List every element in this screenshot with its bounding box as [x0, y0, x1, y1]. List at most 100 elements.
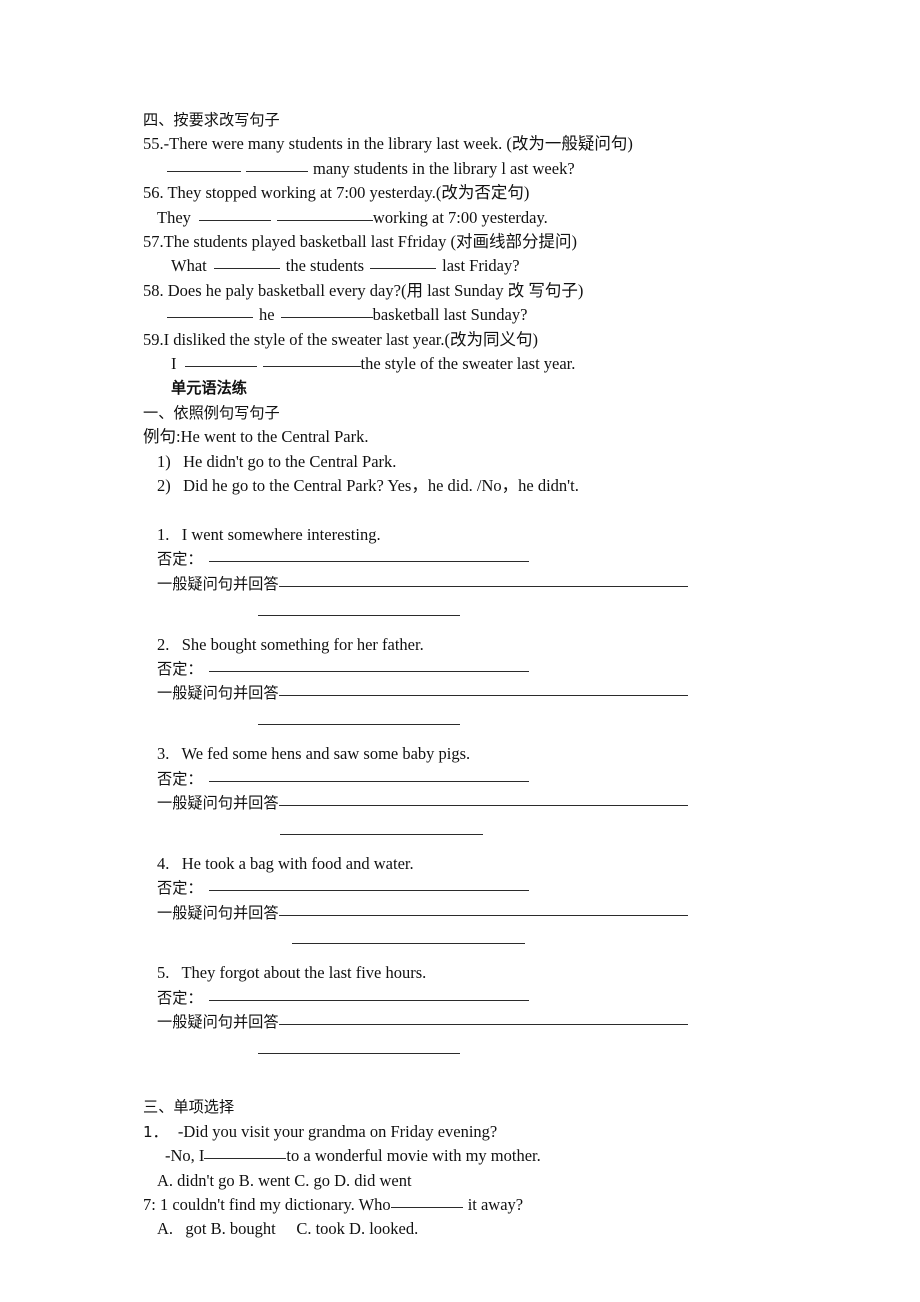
negative-label: 否定： [157, 550, 203, 569]
grammar-section-title: 单元语法练 [171, 379, 247, 398]
answer-blank[interactable] [246, 157, 308, 172]
answer-blank[interactable] [184, 353, 257, 368]
negative-answer-blank[interactable] [208, 767, 529, 782]
choice-item-2-options[interactable]: A. got B. bought C. took D. looked. [143, 1217, 843, 1241]
grammar-item-5-sentence: 5. They forgot about the last five hours… [157, 963, 427, 983]
section-choice-heading: 三、单项选择 [143, 1098, 235, 1117]
grammar-item-2-negative: 否定： [143, 657, 843, 681]
question-answer-blank[interactable] [278, 791, 688, 806]
answer-blank[interactable] [167, 157, 241, 172]
negative-answer-blank[interactable] [208, 548, 529, 563]
grammar-item-3-sentence: 3. We fed some hens and saw some baby pi… [157, 744, 471, 764]
question-55-answer-text: many students in the library l ast week? [313, 158, 575, 178]
answer-rule[interactable] [258, 1052, 460, 1054]
grammar-item-4-sentence: 4. He took a bag with food and water. [157, 853, 414, 873]
question-59-answer-text: the style of the sweater last year. [360, 354, 576, 374]
negative-label: 否定： [157, 769, 203, 788]
choice-item-1-number: 1． [143, 1122, 168, 1141]
grammar-item-1-negative: 否定： [143, 547, 843, 571]
choice-item-1-options[interactable]: A. didn't go B. went C. go D. did went [143, 1169, 843, 1193]
choice-answer-blank[interactable] [390, 1193, 463, 1208]
grammar-item-2-question: 一般疑问句并回答 [143, 681, 843, 705]
answer-blank[interactable] [280, 304, 373, 319]
negative-answer-blank[interactable] [208, 877, 529, 892]
grammar-item-3-answer-line [143, 815, 843, 839]
negative-label: 否定： [157, 659, 203, 678]
grammar-example-label: 例句:He went to the Central Park. [143, 427, 369, 447]
question-57-prompt: 57.The students played basketball last F… [143, 232, 577, 252]
grammar-item-2-answer-line [143, 706, 843, 730]
question-answer-blank[interactable] [278, 901, 688, 916]
choice-answer-blank[interactable] [204, 1145, 287, 1160]
document-page: 四、按要求改写句子 55.-There were many students i… [0, 0, 920, 1302]
choice-item-1-stem-text: -Did you visit your grandma on Friday ev… [177, 1121, 498, 1141]
question-55-prompt: 55.-There were many students in the libr… [143, 134, 633, 154]
question-answer-blank[interactable] [278, 1011, 688, 1026]
question-answer-blank[interactable] [278, 682, 688, 697]
answer-blank[interactable] [276, 206, 373, 221]
question-56-answer-text: working at 7:00 yesterday. [372, 207, 548, 227]
grammar-item-3-question: 一般疑问句并回答 [143, 791, 843, 815]
answer-rule[interactable] [258, 724, 460, 726]
question-56-prompt: 56. They stopped working at 7:00 yesterd… [143, 183, 530, 203]
grammar-item-5-answer-line [143, 1035, 843, 1059]
grammar-example-line-1: 1) He didn't go to the Central Park. [157, 451, 397, 471]
question-57-answer-mid: the students [285, 256, 365, 276]
grammar-item-4-answer-line [143, 925, 843, 949]
answer-blank[interactable] [370, 255, 437, 270]
choice-item-1-stem2: -No, I to a wonderful movie with my mothe… [143, 1144, 843, 1168]
grammar-item-2-sentence: 2. She bought something for her father. [157, 634, 424, 654]
grammar-item-1-answer-line [143, 596, 843, 620]
answer-blank[interactable] [198, 206, 271, 221]
grammar-item-3-negative: 否定： [143, 767, 843, 791]
choice-item-2-stem-suffix: it away? [467, 1194, 524, 1214]
question-answer-blank[interactable] [278, 572, 688, 587]
answer-rule[interactable] [258, 614, 460, 616]
choice-item-1-stem: 1． -Did you visit your grandma on Friday … [143, 1120, 843, 1144]
question-56-answer: They working at 7:00 yesterday. [143, 206, 843, 230]
grammar-item-1-sentence: 1. I went somewhere interesting. [157, 524, 381, 544]
grammar-item-5-negative: 否定： [143, 986, 843, 1010]
question-58-answer: he basketball last Sunday? [143, 303, 843, 327]
question-57-answer-prefix: What [171, 256, 207, 276]
question-57-answer: What the students last Friday? [143, 254, 843, 278]
question-55-answer: many students in the library l ast week? [143, 157, 843, 181]
answer-blank[interactable] [262, 353, 361, 368]
question-label: 一般疑问句并回答 [157, 1013, 279, 1032]
grammar-example-line-2: 2) Did he go to the Central Park? Yes，he… [157, 476, 579, 496]
question-58-prompt: 58. Does he paly basketball every day?(用… [143, 280, 584, 300]
grammar-item-4-question: 一般疑问句并回答 [143, 901, 843, 925]
grammar-item-4-negative: 否定： [143, 876, 843, 900]
question-59-prompt: 59.I disliked the style of the sweater l… [143, 329, 538, 349]
question-58-answer-mid: he [259, 305, 275, 325]
grammar-section-heading: 一、依照例句写句子 [143, 403, 280, 422]
question-57-answer-suffix: last Friday? [442, 256, 520, 276]
answer-blank[interactable] [213, 255, 280, 270]
document-body: 四、按要求改写句子 55.-There were many students i… [143, 108, 843, 1242]
answer-rule[interactable] [292, 943, 525, 945]
question-56-answer-prefix: They [157, 207, 191, 227]
section-rewrite-heading: 四、按要求改写句子 [143, 111, 280, 129]
question-58-answer-suffix: basketball last Sunday? [372, 305, 528, 325]
question-label: 一般疑问句并回答 [157, 684, 279, 703]
question-label: 一般疑问句并回答 [157, 793, 279, 812]
negative-label: 否定： [157, 879, 203, 898]
grammar-item-1-question: 一般疑问句并回答 [143, 572, 843, 596]
choice-item-2-stem-prefix: 7: 1 couldn't find my dictionary. Who [143, 1194, 391, 1214]
choice-item-2-stem: 7: 1 couldn't find my dictionary. Who it … [143, 1193, 843, 1217]
answer-rule[interactable] [280, 833, 483, 835]
question-label: 一般疑问句并回答 [157, 903, 279, 922]
grammar-item-5-question: 一般疑问句并回答 [143, 1010, 843, 1034]
negative-answer-blank[interactable] [208, 986, 529, 1001]
negative-answer-blank[interactable] [208, 657, 529, 672]
answer-blank[interactable] [167, 304, 253, 319]
question-59-answer-prefix: I [171, 354, 177, 374]
question-label: 一般疑问句并回答 [157, 574, 279, 593]
